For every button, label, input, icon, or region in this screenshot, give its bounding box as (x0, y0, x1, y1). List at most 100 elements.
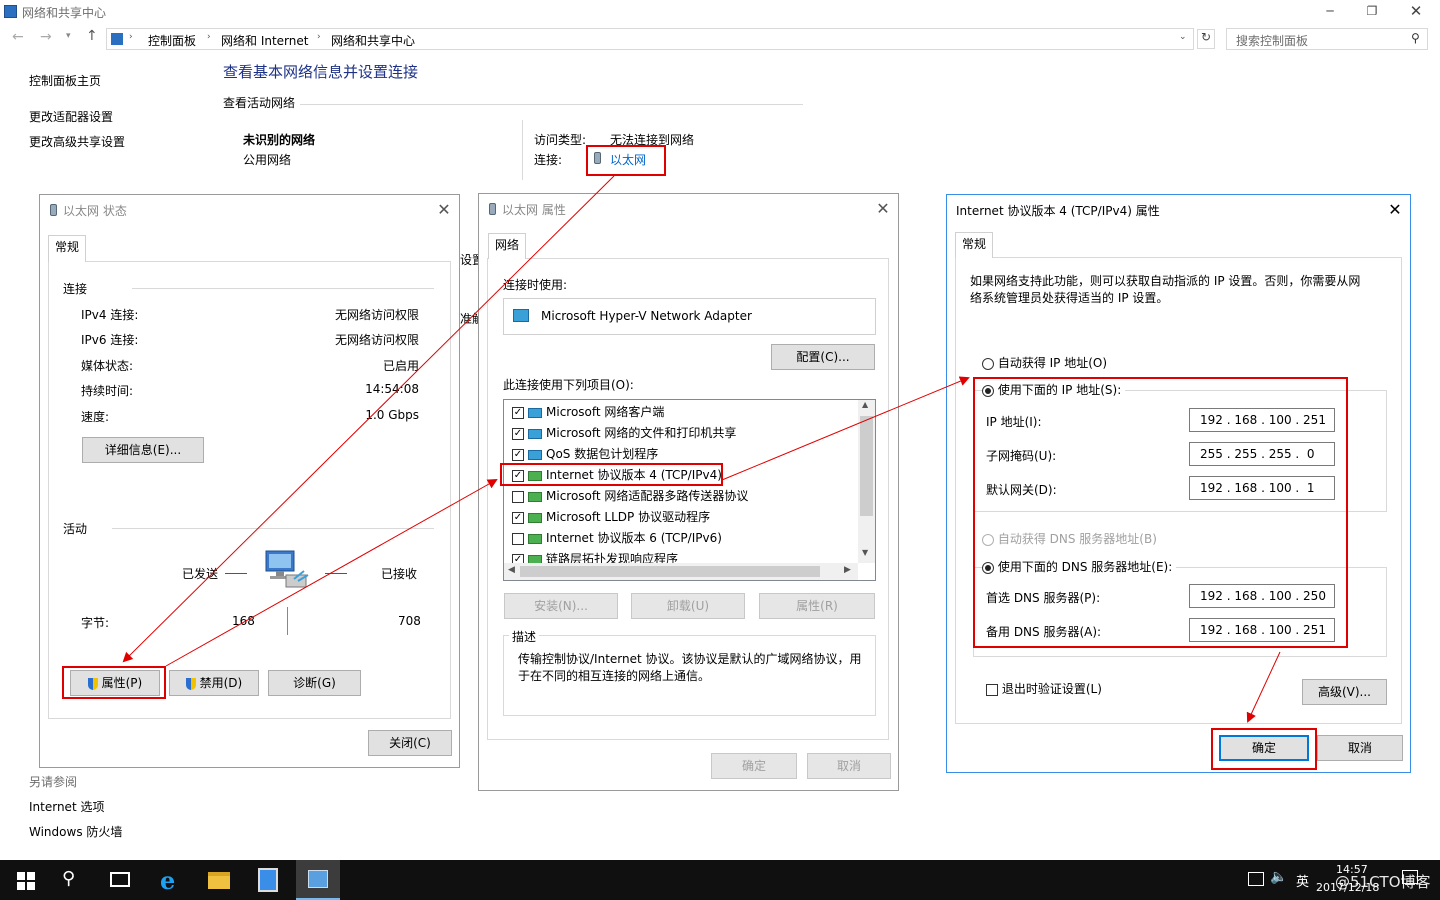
item-properties-button[interactable]: 属性(R) (759, 593, 875, 619)
breadcrumb-network-center[interactable]: 网络和共享中心 (331, 32, 415, 49)
item-label: Internet 协议版本 6 (TCP/IPv6) (546, 531, 722, 545)
breadcrumb-network-internet[interactable]: 网络和 Internet (221, 32, 308, 49)
checkbox[interactable]: ✓ (512, 427, 524, 440)
scroll-thumb[interactable] (520, 566, 820, 577)
connect-using-label: 连接时使用: (503, 278, 568, 292)
ipv4-value: 无网络访问权限 (334, 308, 419, 322)
ipv6-label: IPv6 连接: (81, 333, 139, 347)
internet-explorer-icon[interactable]: e (160, 866, 175, 895)
control-panel-icon (308, 870, 328, 888)
volume-icon[interactable]: 🔈 (1270, 869, 1287, 885)
start-button[interactable] (8, 870, 44, 892)
close-icon[interactable]: ✕ (873, 199, 893, 218)
list-item[interactable]: Internet 协议版本 6 (TCP/IPv6) (512, 528, 722, 549)
list-item[interactable]: ✓ Microsoft 网络的文件和打印机共享 (512, 423, 736, 444)
see-also-firewall[interactable]: Windows 防火墙 (29, 823, 122, 840)
status-tab-panel (48, 261, 451, 719)
scroll-right-icon[interactable]: ▶ (844, 565, 851, 575)
server-manager-icon[interactable] (258, 868, 278, 892)
page-title: 查看基本网络信息并设置连接 (223, 63, 419, 81)
cancel-button[interactable]: 取消 (1317, 735, 1403, 761)
up-arrow-icon[interactable]: ↑ (86, 28, 98, 44)
horizontal-scrollbar[interactable]: ◀ ▶ (504, 563, 858, 580)
cancel-button[interactable]: 取消 (807, 753, 891, 779)
minimize-button[interactable]: ─ (1316, 0, 1344, 24)
ipv4-title-bar: Internet 协议版本 4 (TCP/IPv4) 属性 (947, 195, 1410, 225)
breadcrumb-control-panel[interactable]: 控制面板 (148, 32, 196, 49)
configure-button[interactable]: 配置(C)... (771, 344, 875, 370)
file-explorer-icon[interactable] (208, 872, 230, 889)
description-text: 传输控制协议/Internet 协议。该协议是默认的广域网络协议，用于在不同的相… (518, 652, 862, 683)
intro-text: 如果网络支持此功能，则可以获取自动指派的 IP 设置。否则，你需要从网络系统管理… (970, 274, 1361, 305)
sidebar-advanced-sharing[interactable]: 更改高级共享设置 (29, 133, 125, 150)
ipv4-dialog: Internet 协议版本 4 (TCP/IPv4) 属性 ✕ 常规 如果网络支… (946, 194, 1411, 773)
refresh-icon[interactable]: ↻ (1197, 29, 1215, 49)
auto-ip-radio[interactable]: 自动获得 IP 地址(O) (982, 354, 1107, 371)
list-item[interactable]: ✓ QoS 数据包计划程序 (512, 444, 658, 465)
ime-indicator[interactable]: 英 (1296, 871, 1309, 890)
see-also-internet-options[interactable]: Internet 选项 (29, 798, 104, 815)
scroll-down-icon[interactable]: ▼ (862, 548, 868, 557)
network-tray-icon[interactable] (1248, 872, 1264, 886)
install-button[interactable]: 安装(N)... (504, 593, 618, 619)
access-type-label: 访问类型: (534, 133, 587, 147)
status-dialog: 以太网 状态 ✕ 常规 连接 IPv4 连接: 无网络访问权限 IPv6 连接:… (39, 194, 460, 768)
vertical-divider (522, 120, 523, 180)
disable-button[interactable]: 禁用(D) (169, 670, 259, 696)
list-item[interactable]: ✓ 链路层拓扑发现响应程序 (512, 549, 678, 563)
props-title: 以太网 属性 (502, 202, 566, 217)
radio[interactable] (982, 357, 994, 370)
tab-network[interactable]: 网络 (488, 233, 527, 259)
notification-icon[interactable] (1402, 870, 1418, 884)
address-dropdown-icon[interactable]: ⌄ (1179, 32, 1187, 42)
checkbox[interactable] (512, 532, 524, 545)
media-value: 已启用 (382, 359, 419, 373)
list-item[interactable]: ✓ Microsoft 网络客户端 (512, 402, 664, 423)
details-button[interactable]: 详细信息(E)... (82, 437, 204, 463)
checkbox[interactable] (986, 683, 998, 696)
close-icon[interactable]: ✕ (434, 200, 454, 219)
history-chevron-icon[interactable]: ▾ (66, 31, 71, 41)
checkbox[interactable]: ✓ (512, 448, 524, 461)
validate-checkbox[interactable]: 退出时验证设置(L) (986, 680, 1102, 697)
ethernet-icon (50, 204, 57, 216)
address-bar[interactable]: › 控制面板 › 网络和 Internet › 网络和共享中心 ⌄ (106, 28, 1194, 50)
divider (325, 573, 347, 574)
checkbox[interactable] (512, 490, 524, 503)
sidebar-adapter-settings[interactable]: 更改适配器设置 (29, 108, 113, 125)
checkbox[interactable]: ✓ (512, 553, 524, 563)
search-input[interactable]: 搜索控制面板 ⚲ (1226, 28, 1428, 50)
scroll-thumb[interactable] (860, 416, 873, 516)
network-computers-icon (264, 549, 310, 591)
checkbox[interactable]: ✓ (512, 511, 524, 524)
list-item[interactable]: Microsoft 网络适配器多路传送器协议 (512, 486, 748, 507)
tab-general[interactable]: 常规 (955, 232, 994, 258)
bytes-label: 字节: (81, 616, 110, 630)
duration-value: 14:54:08 (365, 382, 419, 396)
uninstall-button[interactable]: 卸载(U) (631, 593, 745, 619)
scroll-up-icon[interactable]: ▲ (862, 400, 868, 409)
tab-general[interactable]: 常规 (48, 235, 87, 262)
control-panel-task[interactable] (296, 860, 340, 900)
ok-button[interactable]: 确定 (711, 753, 797, 779)
checkbox[interactable]: ✓ (512, 406, 524, 419)
close-icon[interactable]: ✕ (1402, 0, 1430, 24)
search-icon[interactable]: ⚲ (62, 868, 75, 889)
close-icon[interactable]: ✕ (1385, 200, 1405, 219)
sidebar-home[interactable]: 控制面板主页 (29, 72, 101, 89)
item-label: 链路层拓扑发现响应程序 (546, 552, 679, 563)
scroll-left-icon[interactable]: ◀ (508, 565, 515, 575)
maximize-button[interactable]: ❐ (1358, 0, 1386, 24)
vertical-scrollbar[interactable]: ▲ ▼ (858, 400, 875, 563)
props-title-bar: 以太网 属性 (479, 194, 898, 224)
forward-arrow-icon[interactable]: → (40, 29, 52, 45)
close-button[interactable]: 关闭(C) (368, 730, 452, 756)
bytes-sent: 168 (232, 614, 255, 628)
advanced-button[interactable]: 高级(V)... (1302, 679, 1387, 705)
list-item[interactable]: ✓ Microsoft LLDP 协议驱动程序 (512, 507, 710, 528)
item-label: Microsoft 网络客户端 (546, 405, 665, 419)
breadcrumb-sep-icon: › (207, 32, 211, 42)
diagnose-button[interactable]: 诊断(G) (268, 670, 361, 696)
task-view-icon[interactable] (110, 872, 130, 887)
back-arrow-icon[interactable]: ← (12, 29, 24, 45)
